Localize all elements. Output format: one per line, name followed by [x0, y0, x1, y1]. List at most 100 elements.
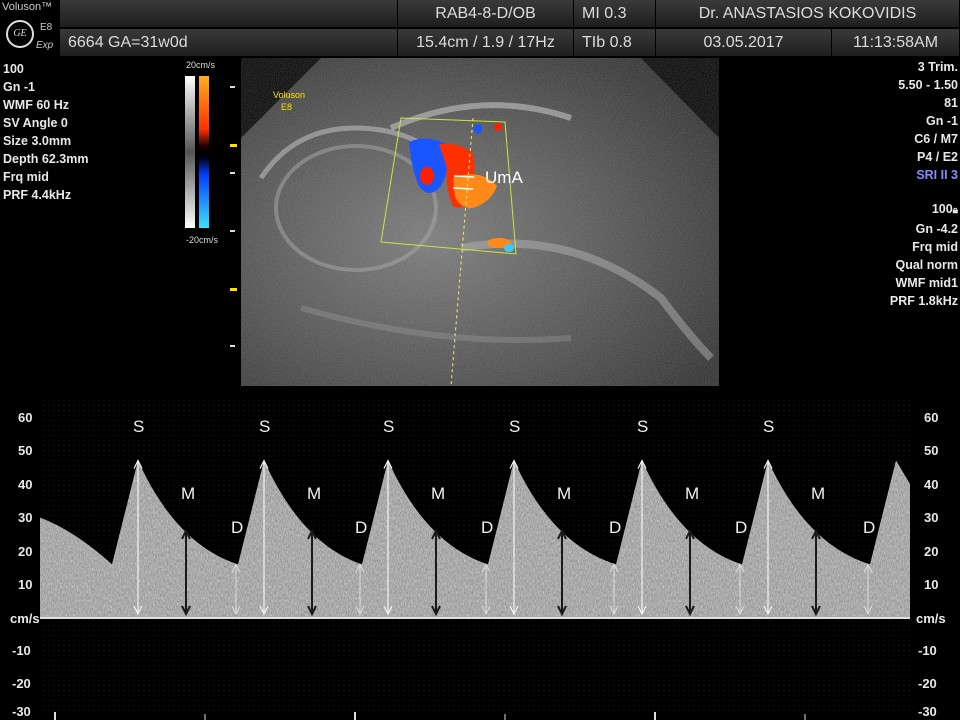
peak-label: S [509, 417, 521, 437]
peak-label: M [431, 484, 446, 504]
depth-info: 15.4cm / 1.9 / 17Hz [398, 29, 574, 57]
axis-tick-label: 40 [18, 477, 33, 492]
peak-label: D [609, 517, 622, 537]
param-line: 5.50 - 1.50 [898, 78, 958, 92]
param-line: Gn -4.2 [915, 222, 958, 236]
peak-label: M [811, 484, 826, 504]
param-line: WMF mid1 [895, 276, 959, 290]
param-spacer [890, 184, 958, 200]
peak-label: S [133, 417, 145, 437]
param-line: C6 / M7 [914, 132, 958, 146]
mi-label: MI 0.3 [574, 0, 656, 28]
peak-label: D [863, 517, 876, 537]
peak-label: M [307, 484, 322, 504]
axis-tick-label: 10 [18, 577, 33, 592]
vessel-label: UmA [485, 168, 523, 187]
sri-label: SRI II 3 [916, 168, 958, 182]
header-blank [60, 0, 398, 28]
peak-label: M [181, 484, 196, 504]
peak-label: M [685, 484, 700, 504]
peak-label: D [231, 517, 244, 537]
depth-marker [230, 144, 237, 147]
axis-tick-label: 20 [18, 544, 33, 559]
peak-label: D [735, 517, 748, 537]
param-line: Frq mid [912, 240, 958, 254]
param-line: Size 3.0mm [3, 134, 72, 148]
peak-label: S [259, 417, 271, 437]
axis-tick-label: -10 [918, 643, 937, 658]
model-label: E8 [40, 22, 53, 33]
b-mode-image: Voluson E8 UmA [241, 58, 719, 386]
header-bar: Voluson™ GE E8 Exp RAB4-8-D/OB MI 0.3 Dr… [0, 0, 960, 58]
axis-tick-label: 50 [924, 443, 939, 458]
ge-logo-icon: GE [6, 20, 34, 48]
depth-marker [230, 230, 235, 232]
axis-tick-label: 60 [18, 410, 33, 425]
watermark-model: E8 [281, 102, 292, 112]
flow-red [494, 123, 502, 131]
peak-label: D [355, 517, 368, 537]
axis-tick-label: 10 [924, 577, 939, 592]
right-parameter-panel: 3 Trim. 5.50 - 1.50 81 Gn -1 C6 / M7 P4 … [890, 58, 958, 310]
depth-marker [230, 345, 235, 347]
param-line: Gn -1 [3, 80, 35, 94]
axis-tick-label: -30 [918, 704, 937, 719]
ge-logo: Voluson™ GE E8 Exp [0, 0, 60, 58]
axis-unit-label: cm/s [916, 611, 946, 626]
color-bar-bottom-label: -20cm/s [186, 235, 219, 245]
brand-name: Voluson™ [2, 1, 53, 13]
probe-label: RAB4-8-D/OB [398, 0, 574, 28]
param-line: Gn -1 [926, 114, 958, 128]
color-velocity-bar [185, 76, 211, 228]
color-scale-bar [199, 76, 209, 228]
axis-tick-label: 30 [924, 510, 939, 525]
sample-gate [452, 187, 474, 190]
param-line: 3 Trim. [917, 60, 958, 74]
axis-tick-label: 60 [924, 410, 939, 425]
axis-tick-label: -10 [12, 643, 31, 658]
axis-tick-label: -20 [918, 676, 937, 691]
peak-label: D [481, 517, 494, 537]
watermark-text: Voluson [273, 90, 305, 100]
depth-marker [230, 172, 235, 174]
color-bar-top-label: 20cm/s [186, 60, 216, 70]
param-line: 100 [3, 62, 24, 76]
mode-label: Exp [36, 40, 54, 51]
gray-scale-bar [185, 76, 195, 228]
param-line: Qual norm [895, 258, 958, 272]
doppler-spectrum-texture [40, 460, 910, 618]
depth-marker [230, 86, 235, 88]
axis-tick-label: -30 [12, 704, 31, 719]
axis-tick-label: 20 [924, 544, 939, 559]
tib-label: TIb 0.8 [574, 29, 656, 57]
param-line: Frq mid [3, 170, 49, 184]
sample-gate [453, 175, 475, 178]
param-line: Depth 62.3mm [3, 152, 89, 166]
param-line: 81 [944, 96, 958, 110]
param-line: P4 / E2 [917, 150, 958, 164]
param-line: PRF 1.8kHz [889, 294, 958, 308]
axis-tick-label: -20 [12, 676, 31, 691]
doctor-name: Dr. ANASTASIOS KOKOVIDIS [656, 0, 960, 28]
spectral-doppler [40, 400, 910, 720]
time-label: 11:13:58AM [832, 29, 960, 57]
left-parameter-panel: 100 Gn -1 WMF 60 Hz SV Angle 0 Size 3.0m… [3, 60, 88, 204]
param-line: SV Angle 0 [3, 116, 68, 130]
param-line: WMF 60 Hz [3, 98, 69, 112]
param-value: 100 [931, 202, 953, 216]
param-line: 100🔒︎ [890, 200, 958, 220]
peak-label: S [383, 417, 395, 437]
peak-label: S [763, 417, 775, 437]
flow-red [420, 167, 434, 185]
patient-id: 6664 GA=31w0d [60, 29, 398, 57]
param-line: PRF 4.4kHz [3, 188, 72, 202]
axis-tick-label: 40 [924, 477, 939, 492]
peak-label: S [637, 417, 649, 437]
axis-unit-label: cm/s [10, 611, 40, 626]
axis-tick-label: 30 [18, 510, 33, 525]
time-axis [54, 712, 806, 720]
peak-label: M [557, 484, 572, 504]
flow-blue [474, 124, 482, 134]
flow-blue [504, 244, 514, 252]
lock-icon: 🔒︎ [952, 205, 958, 216]
